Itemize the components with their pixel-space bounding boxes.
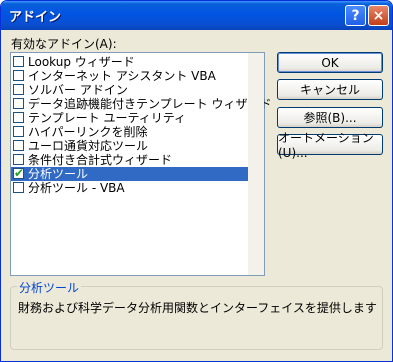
- window-title: アドイン: [9, 10, 62, 25]
- addin-checkbox[interactable]: [13, 84, 24, 95]
- addin-list-item[interactable]: ✔ 分析ツール: [11, 166, 249, 181]
- addin-label: ハイパーリンクを削除: [28, 125, 148, 139]
- addin-checkbox[interactable]: [13, 154, 24, 165]
- addin-list-item[interactable]: 分析ツール - VBA: [11, 181, 249, 195]
- addin-checkbox[interactable]: [13, 182, 24, 193]
- addin-list-item[interactable]: ユーロ通貨対応ツール: [11, 139, 249, 153]
- addin-checkbox[interactable]: [13, 70, 24, 81]
- ok-button[interactable]: OK: [277, 52, 383, 73]
- addin-checkbox[interactable]: [13, 98, 24, 109]
- addin-label: ユーロ通貨対応ツール: [28, 139, 149, 153]
- addin-list-item[interactable]: データ追跡機能付きテンプレート ウィザード: [11, 97, 271, 111]
- browse-button[interactable]: 参照(B)...: [277, 107, 383, 128]
- close-button[interactable]: ×: [368, 5, 389, 26]
- automation-button[interactable]: オートメーション(U)...: [277, 131, 383, 160]
- browse-button-label: 参照(B)...: [303, 111, 357, 125]
- addin-list-item[interactable]: インターネット アシスタント VBA: [11, 69, 249, 83]
- addin-list-item[interactable]: Lookup ウィザード: [11, 55, 249, 69]
- cancel-button[interactable]: キャンセル: [277, 79, 383, 100]
- addin-label: テンプレート ユーティリティ: [28, 111, 187, 125]
- ok-button-label: OK: [321, 55, 339, 70]
- close-icon: ×: [372, 7, 385, 24]
- description-groupbox: 分析ツール 財務および科学データ分析用関数とインターフェイスを提供します: [10, 279, 383, 350]
- addin-list-item[interactable]: 条件付き合計式ウィザード: [11, 153, 249, 167]
- automation-button-label: オートメーション(U)...: [278, 131, 374, 160]
- addin-dialog: アドイン ? × 有効なアドイン(A): Lookup ウィザード インターネット…: [0, 0, 393, 362]
- addins-list-label: 有効なアドイン(A):: [11, 37, 117, 51]
- addin-label: ソルバー アドイン: [28, 83, 128, 97]
- help-button[interactable]: ?: [345, 5, 366, 26]
- addin-checkbox[interactable]: [13, 56, 24, 67]
- description-title: 分析ツール: [17, 279, 82, 296]
- addin-label: インターネット アシスタント VBA: [28, 69, 216, 83]
- addin-checkbox[interactable]: [13, 126, 24, 137]
- title-bar[interactable]: アドイン ? ×: [1, 1, 392, 30]
- addin-label: Lookup ウィザード: [28, 55, 135, 69]
- addin-checkbox[interactable]: [13, 112, 24, 123]
- help-icon: ?: [351, 7, 360, 24]
- addin-label: データ追跡機能付きテンプレート ウィザード: [28, 97, 272, 111]
- cancel-button-label: キャンセル: [299, 83, 360, 97]
- addin-list-item[interactable]: ハイパーリンクを削除: [11, 125, 249, 139]
- addin-list-item[interactable]: ソルバー アドイン: [11, 83, 249, 97]
- description-text: 財務および科学データ分析用関数とインターフェイスを提供します: [18, 301, 377, 315]
- addin-list-item[interactable]: テンプレート ユーティリティ: [11, 111, 249, 125]
- addins-listbox[interactable]: Lookup ウィザード インターネット アシスタント VBA ソルバー アドインデ…: [10, 52, 271, 276]
- addin-checkbox[interactable]: ✔: [13, 166, 25, 180]
- addin-label: 分析ツール - VBA: [28, 181, 125, 195]
- addin-checkbox[interactable]: [13, 140, 24, 151]
- checkmark-icon: ✔: [14, 166, 25, 180]
- addin-label: 条件付き合計式ウィザード: [28, 153, 173, 167]
- addin-label: 分析ツール: [28, 167, 89, 181]
- listbox-scrollbar[interactable]: [248, 53, 264, 275]
